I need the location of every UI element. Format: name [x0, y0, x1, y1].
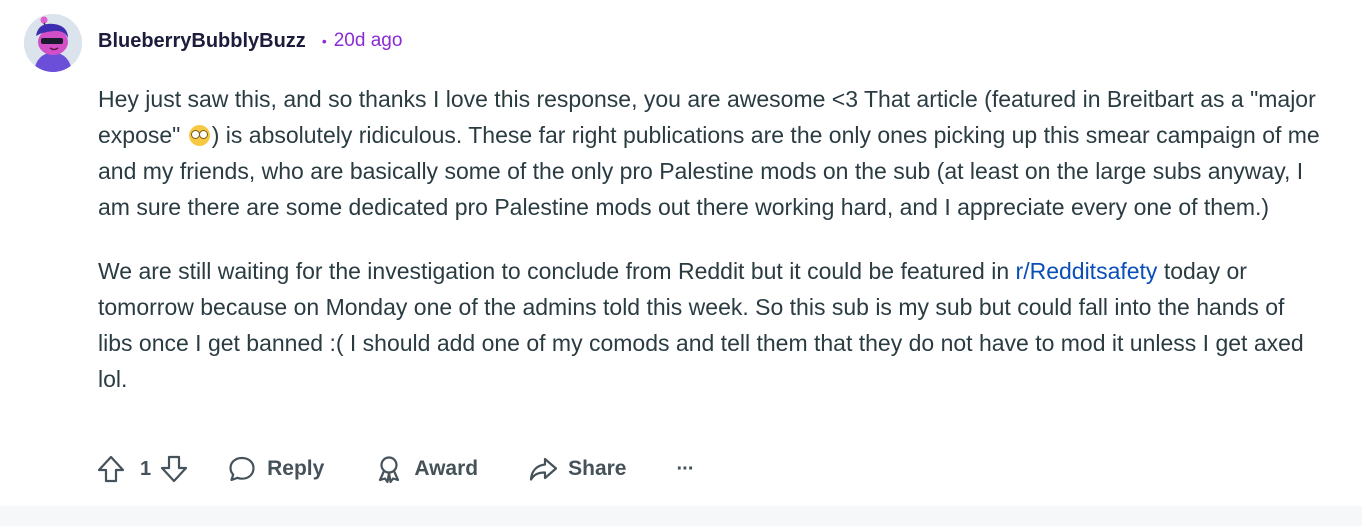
more-icon: ··· [676, 457, 695, 480]
comment: BlueberryBubblyBuzz • 20d ago Hey just s… [0, 0, 1362, 526]
upvote-icon [97, 455, 125, 483]
comment-paragraph-1: Hey just saw this, and so thanks I love … [98, 81, 1323, 225]
meta-separator: • [321, 33, 327, 49]
paragraph-1-text-b: ) is absolutely ridiculous. These far ri… [98, 122, 1320, 220]
vote-group: 1 [96, 454, 189, 484]
share-icon [530, 457, 558, 481]
username-link[interactable]: BlueberryBubblyBuzz [98, 30, 306, 53]
more-options-button[interactable]: ··· [676, 457, 695, 481]
upvote-button[interactable] [96, 454, 126, 484]
share-label: Share [568, 457, 627, 480]
comment-paragraph-2: We are still waiting for the investigati… [98, 253, 1323, 397]
downvote-icon [161, 455, 188, 483]
comment-actions: 1 Reply Award Share ··· [96, 450, 695, 488]
award-icon [379, 456, 400, 484]
avatar[interactable] [24, 14, 82, 72]
subreddit-link[interactable]: r/Redditsafety [1016, 258, 1158, 284]
flushed-face-emoji-icon [188, 125, 210, 146]
vote-score: 1 [140, 457, 152, 480]
reply-button[interactable]: Reply [227, 454, 324, 484]
comment-body: Hey just saw this, and so thanks I love … [98, 81, 1323, 397]
award-label: Award [414, 457, 479, 480]
reply-label: Reply [267, 457, 325, 480]
share-button[interactable]: Share [528, 454, 627, 484]
timestamp[interactable]: 20d ago [334, 30, 403, 52]
reply-bubble-icon [229, 456, 255, 482]
award-button[interactable]: Award [374, 454, 478, 484]
avatar-image [24, 14, 82, 72]
downvote-button[interactable] [159, 454, 189, 484]
paragraph-2-text-a: We are still waiting for the investigati… [98, 258, 1016, 284]
comment-meta: BlueberryBubblyBuzz • 20d ago [98, 28, 402, 54]
divider-strip [0, 506, 1362, 526]
